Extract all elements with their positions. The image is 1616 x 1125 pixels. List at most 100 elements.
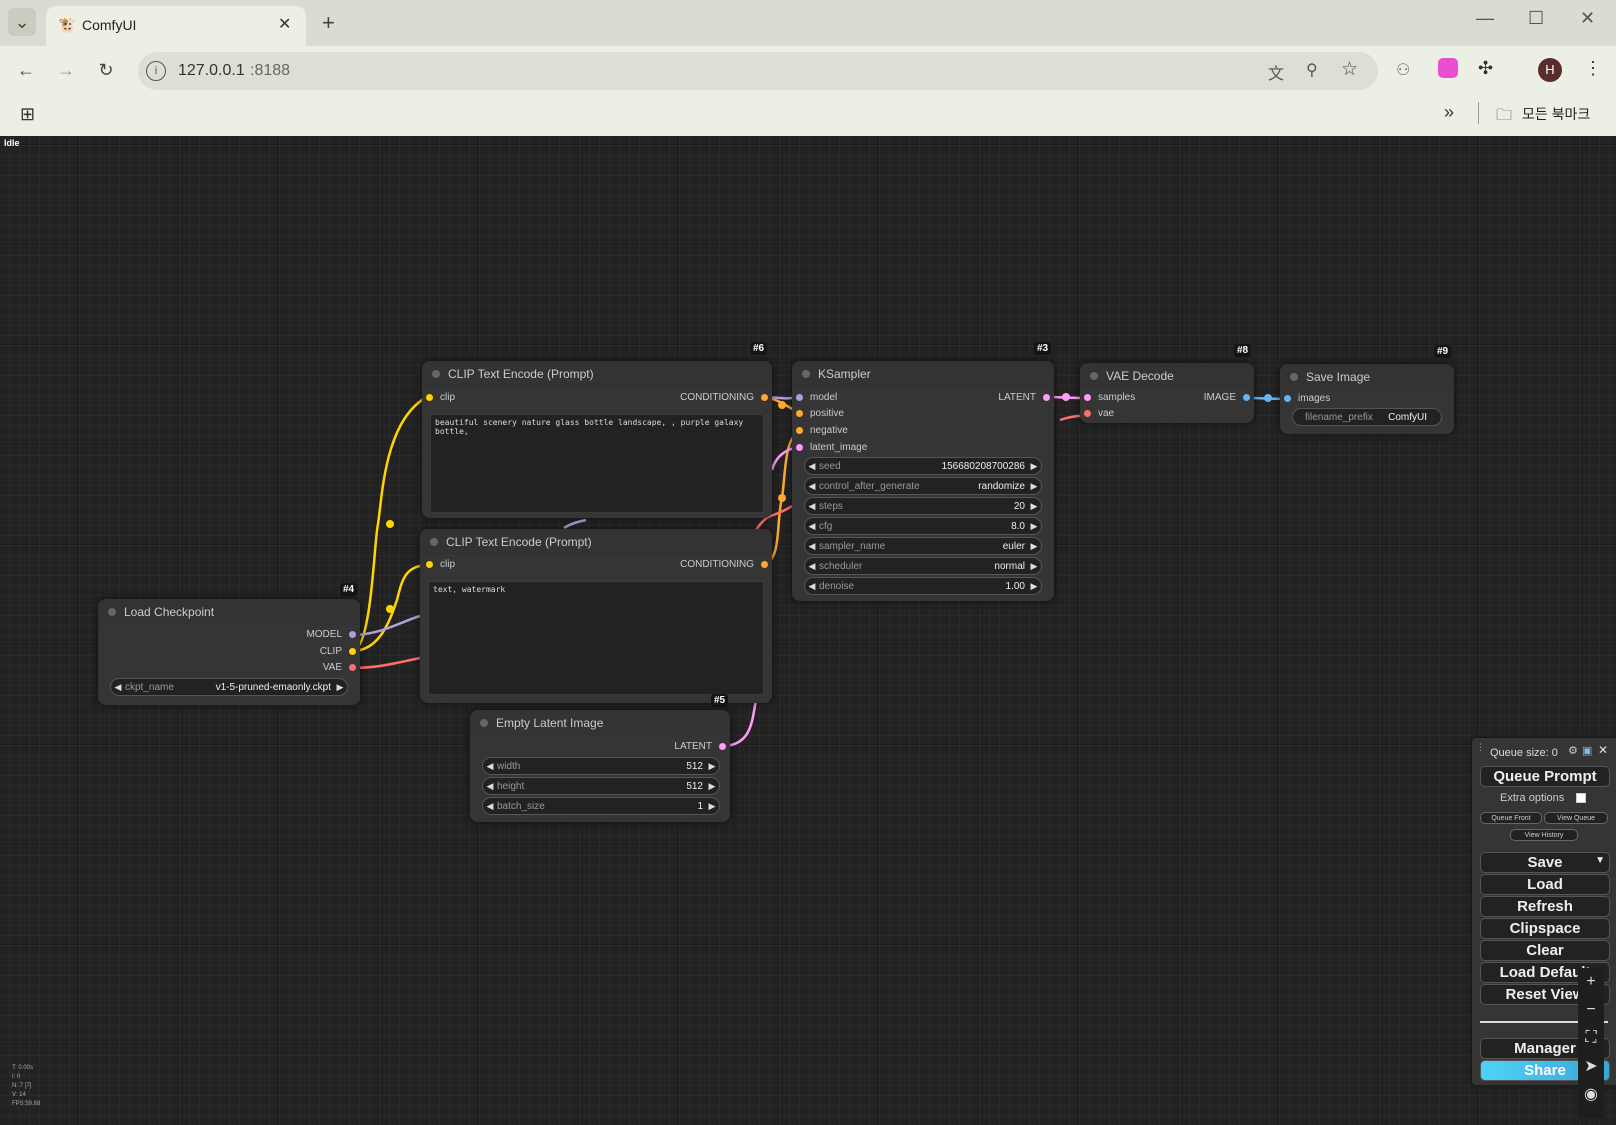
increment-icon[interactable]: ▶ [1027,481,1041,492]
increment-icon[interactable]: ▶ [1027,581,1041,592]
input-negative[interactable]: negative [796,424,848,438]
collapse-dot[interactable] [1290,373,1298,381]
widget-filename-prefix[interactable]: filename_prefix ComfyUI [1292,408,1442,426]
clear-button[interactable]: Clear [1480,940,1610,961]
widget-control-after-generate[interactable]: ◀ control_after_generate randomize ▶ [804,477,1042,495]
decrement-icon[interactable]: ◀ [805,521,819,532]
collapse-dot[interactable] [430,538,438,546]
output-conditioning[interactable]: CONDITIONING [680,391,768,405]
empty-latent-image-node[interactable]: Empty Latent Image LATENT ◀ width 512 ▶ ◀ he… [470,710,730,822]
collapse-dot[interactable] [432,370,440,378]
increment-icon[interactable]: ▶ [1027,461,1041,472]
visibility-eye-icon[interactable]: ◉ [1578,1082,1604,1106]
input-dot[interactable] [796,410,803,417]
output-clip[interactable]: CLIP [320,645,356,659]
dropdown-arrow-icon[interactable]: ▼ [1595,855,1605,866]
save-image-node[interactable]: Save Image images filename_prefix ComfyUI [1280,364,1454,434]
zoom-in-icon[interactable]: + [1578,970,1604,994]
close-panel-icon[interactable]: ✕ [1598,743,1608,757]
output-dot[interactable] [349,664,356,671]
ksampler-node[interactable]: KSampler model positive negative latent_… [792,361,1054,601]
output-dot[interactable] [1243,394,1250,401]
increment-icon[interactable]: ▶ [1027,501,1041,512]
decrement-icon[interactable]: ◀ [483,781,497,792]
extra-options-checkbox[interactable] [1576,793,1586,803]
collapse-dot[interactable] [108,608,116,616]
input-images[interactable]: images [1284,392,1330,406]
input-dot[interactable] [1284,395,1291,402]
collapse-dot[interactable] [480,719,488,727]
decrement-icon[interactable]: ◀ [805,561,819,572]
input-samples[interactable]: samples [1084,391,1135,405]
increment-icon[interactable]: ▶ [1027,561,1041,572]
output-dot[interactable] [761,561,768,568]
clip-text-encode-positive-node[interactable]: CLIP Text Encode (Prompt) clip CONDITION… [422,361,772,518]
output-dot[interactable] [349,648,356,655]
node-title[interactable]: Load Checkpoint [98,599,360,625]
output-dot[interactable] [719,743,726,750]
widget-steps[interactable]: ◀ steps 20 ▶ [804,497,1042,515]
node-title[interactable]: KSampler [792,361,1054,387]
input-dot[interactable] [796,444,803,451]
input-dot[interactable] [426,394,433,401]
output-dot[interactable] [1043,394,1050,401]
prompt-textarea[interactable]: text, watermark [428,581,764,695]
decrement-icon[interactable]: ◀ [483,801,497,812]
widget-denoise[interactable]: ◀ denoise 1.00 ▶ [804,577,1042,595]
widget-height[interactable]: ◀ height 512 ▶ [482,777,720,795]
output-dot[interactable] [761,394,768,401]
increment-icon[interactable]: ▶ [705,801,719,812]
widget-seed[interactable]: ◀ seed 156680208700286 ▶ [804,457,1042,475]
image-icon[interactable]: ▣ [1582,744,1592,757]
output-latent[interactable]: LATENT [998,391,1050,405]
node-title[interactable]: CLIP Text Encode (Prompt) [422,361,772,387]
widget-cfg[interactable]: ◀ cfg 8.0 ▶ [804,517,1042,535]
increment-icon[interactable]: ▶ [1027,541,1041,552]
settings-gear-icon[interactable]: ⚙ [1568,744,1578,757]
widget-ckpt-name[interactable]: ◀ ckpt_name v1-5-pruned-emaonly.ckpt ▶ [110,678,348,696]
increment-icon[interactable]: ▶ [705,781,719,792]
widget-batch-size[interactable]: ◀ batch_size 1 ▶ [482,797,720,815]
output-conditioning[interactable]: CONDITIONING [680,558,768,572]
output-vae[interactable]: VAE [323,661,356,675]
decrement-icon[interactable]: ◀ [805,481,819,492]
view-queue-button[interactable]: View Queue [1544,812,1608,824]
input-positive[interactable]: positive [796,407,844,421]
refresh-button[interactable]: Refresh [1480,896,1610,917]
widget-width[interactable]: ◀ width 512 ▶ [482,757,720,775]
widget-scheduler[interactable]: ◀ scheduler normal ▶ [804,557,1042,575]
decrement-icon[interactable]: ◀ [805,581,819,592]
input-dot[interactable] [1084,394,1091,401]
collapse-dot[interactable] [802,370,810,378]
input-latent-image[interactable]: latent_image [796,441,867,455]
fit-view-icon[interactable]: ⛶ [1578,1026,1604,1050]
output-dot[interactable] [349,631,356,638]
increment-icon[interactable]: ▶ [705,761,719,772]
send-icon[interactable]: ➤ [1578,1054,1604,1078]
input-dot[interactable] [426,561,433,568]
output-model[interactable]: MODEL [306,628,356,642]
input-model[interactable]: model [796,391,837,405]
zoom-out-icon[interactable]: − [1578,998,1604,1022]
node-title[interactable]: CLIP Text Encode (Prompt) [420,529,772,555]
input-clip[interactable]: clip [426,391,455,405]
node-title[interactable]: Empty Latent Image [470,710,730,736]
input-vae[interactable]: vae [1084,407,1114,421]
increment-icon[interactable]: ▶ [1027,521,1041,532]
decrement-icon[interactable]: ◀ [805,541,819,552]
decrement-icon[interactable]: ◀ [483,761,497,772]
vae-decode-node[interactable]: VAE Decode samples vae IMAGE [1080,363,1254,423]
node-title[interactable]: VAE Decode [1080,363,1254,389]
output-image[interactable]: IMAGE [1204,391,1250,405]
output-latent[interactable]: LATENT [674,740,726,754]
prompt-textarea[interactable]: beautiful scenery nature glass bottle la… [430,414,764,513]
input-dot[interactable] [796,394,803,401]
save-button[interactable]: Save ▼ [1480,852,1610,873]
input-dot[interactable] [796,427,803,434]
decrement-icon[interactable]: ◀ [805,501,819,512]
clipspace-button[interactable]: Clipspace [1480,918,1610,939]
load-checkpoint-node[interactable]: Load Checkpoint MODEL CLIP VAE ◀ ckpt_nam… [98,599,360,705]
drag-handle-icon[interactable]: ⋮ [1476,742,1485,753]
input-clip[interactable]: clip [426,558,455,572]
widget-sampler-name[interactable]: ◀ sampler_name euler ▶ [804,537,1042,555]
